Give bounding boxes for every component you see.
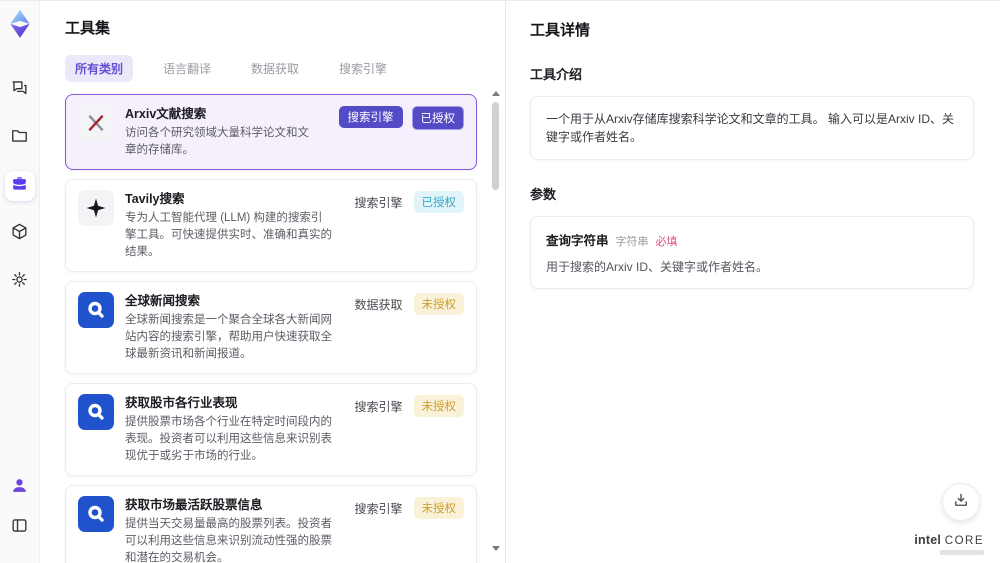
tool-name: 全球新闻搜索 — [125, 294, 201, 308]
tool-auth-badge: 已授权 — [411, 106, 464, 130]
scrollbar-thumb[interactable] — [492, 102, 499, 190]
param-box: 查询字符串 字符串 必填 用于搜索的Arxiv ID、关键字或作者姓名。 — [530, 216, 974, 289]
tool-card[interactable]: Tavily搜索 专为人工智能代理 (LLM) 构建的搜索引擎工具。可快速提供实… — [65, 179, 477, 272]
blue-magnifier-icon — [78, 394, 114, 430]
tool-card-body: 获取股市各行业表现 提供股票市场各个行业在特定时间段内的表现。投资者可以利用这些… — [125, 394, 333, 465]
tool-name: Tavily搜索 — [125, 192, 185, 206]
tool-description: 访问各个研究领域大量科学论文和文章的存储库。 — [125, 127, 309, 156]
tool-name: 获取市场最活跃股票信息 — [125, 498, 263, 512]
category-tab[interactable]: 所有类别 — [65, 55, 134, 82]
category-tab-label: 语言翻译 — [163, 62, 212, 76]
tool-category-badge: 搜索引擎 — [354, 196, 403, 210]
tool-card-body: 获取市场最活跃股票信息 提供当天交易量最高的股票列表。投资者可以利用这些信息来识… — [125, 496, 333, 563]
tool-card[interactable]: 获取股市各行业表现 提供股票市场各个行业在特定时间段内的表现。投资者可以利用这些… — [65, 383, 477, 476]
tool-card[interactable]: 获取市场最活跃股票信息 提供当天交易量最高的股票列表。投资者可以利用这些信息来识… — [65, 485, 477, 563]
scroll-up-arrow[interactable] — [491, 91, 500, 96]
tool-cards-list: Arxiv文献搜索 访问各个研究领域大量科学论文和文章的存储库。 搜索引擎 已授… — [65, 94, 487, 563]
intel-core-logo: intel core — [914, 533, 984, 555]
tool-description: 提供当天交易量最高的股票列表。投资者可以利用这些信息来识别流动性强的股票和潜在的… — [125, 518, 332, 563]
tavily-star-icon — [78, 190, 114, 226]
intro-text: 一个用于从Arxiv存储库搜索科学论文和文章的工具。 输入可以是Arxiv ID… — [546, 112, 955, 144]
panel-toggle-icon — [10, 516, 29, 540]
tool-card-body: Tavily搜索 专为人工智能代理 (LLM) 构建的搜索引擎工具。可快速提供实… — [125, 190, 333, 261]
intro-box: 一个用于从Arxiv存储库搜索科学论文和文章的工具。 输入可以是Arxiv ID… — [530, 96, 974, 160]
tool-badges: 搜索引擎 已授权 — [338, 105, 464, 159]
sidebar-item-gear[interactable] — [5, 267, 35, 297]
tools-list-panel: 工具集 所有类别 语言翻译 数据获取 搜索引擎 Arxiv文献搜索 访问各个研究领域大… — [40, 1, 505, 563]
tool-badges: 数据获取 未授权 — [352, 292, 464, 363]
blue-magnifier-icon — [78, 496, 114, 532]
app-window: 工具集 所有类别 语言翻译 数据获取 搜索引擎 Arxiv文献搜索 访问各个研究领域大… — [0, 0, 1000, 563]
scroll-down-arrow[interactable] — [491, 546, 500, 551]
category-tab-label: 搜索引擎 — [339, 62, 388, 76]
download-icon — [952, 491, 970, 514]
tool-name: Arxiv文献搜索 — [125, 107, 207, 121]
param-name: 查询字符串 — [546, 234, 609, 248]
page-title: 工具集 — [65, 20, 111, 37]
app-logo-icon[interactable] — [6, 9, 34, 39]
tool-card-body: 全球新闻搜索 全球新闻搜索是一个聚合全球各大新闻网站内容的搜索引擎，帮助用户快速… — [125, 292, 333, 363]
tool-card[interactable]: Arxiv文献搜索 访问各个研究领域大量科学论文和文章的存储库。 搜索引擎 已授… — [65, 94, 477, 170]
tool-auth-badge: 未授权 — [413, 395, 464, 417]
param-type: 字符串 — [615, 236, 649, 248]
arxiv-x-icon — [78, 105, 114, 141]
blue-magnifier-icon — [78, 292, 114, 328]
category-tab[interactable]: 语言翻译 — [153, 55, 221, 82]
sidebar-item-folder[interactable] — [5, 123, 35, 153]
category-tabs: 所有类别 语言翻译 数据获取 搜索引擎 — [65, 55, 487, 82]
brand-subbar — [940, 550, 984, 555]
param-header: 查询字符串 字符串 必填 — [546, 230, 958, 249]
tool-card[interactable]: 全球新闻搜索 全球新闻搜索是一个聚合全球各大新闻网站内容的搜索引擎，帮助用户快速… — [65, 281, 477, 374]
intro-heading: 工具介绍 — [530, 67, 583, 82]
params-heading: 参数 — [530, 187, 557, 202]
cube-icon — [10, 222, 29, 246]
tool-category-badge: 数据获取 — [354, 298, 403, 312]
tool-badges: 搜索引擎 未授权 — [352, 496, 464, 563]
folder-icon — [10, 126, 29, 150]
category-tab[interactable]: 搜索引擎 — [329, 55, 397, 82]
category-tab-label: 数据获取 — [251, 62, 300, 76]
sidebar-item-chat[interactable] — [5, 75, 35, 105]
chat-icon — [10, 78, 29, 102]
download-button[interactable] — [942, 483, 980, 521]
param-required-badge: 必填 — [655, 236, 678, 248]
tool-auth-badge: 已授权 — [413, 191, 464, 213]
tool-name: 获取股市各行业表现 — [125, 396, 238, 410]
tool-card-body: Arxiv文献搜索 访问各个研究领域大量科学论文和文章的存储库。 — [125, 105, 320, 159]
param-description: 用于搜索的Arxiv ID、关键字或作者姓名。 — [546, 260, 769, 274]
brand-name: intel — [914, 533, 942, 547]
sidebar-item-briefcase[interactable] — [4, 171, 35, 201]
detail-title: 工具详情 — [530, 22, 591, 39]
list-scrollbar[interactable] — [491, 91, 500, 551]
tool-detail-panel: 工具详情 工具介绍 一个用于从Arxiv存储库搜索科学论文和文章的工具。 输入可… — [505, 1, 1000, 563]
gear-icon — [10, 270, 29, 294]
briefcase-icon — [10, 174, 29, 198]
sidebar-item-cube[interactable] — [5, 219, 35, 249]
tool-badges: 搜索引擎 已授权 — [352, 190, 464, 261]
tool-auth-badge: 未授权 — [413, 497, 464, 519]
category-tab[interactable]: 数据获取 — [241, 55, 309, 82]
brand-series: core — [944, 535, 984, 547]
tool-category-badge: 搜索引擎 — [354, 400, 403, 414]
tool-auth-badge: 未授权 — [413, 293, 464, 315]
sidebar-nav — [4, 75, 35, 315]
sidebar-bottom-nav — [5, 473, 35, 553]
tool-category-badge: 搜索引擎 — [354, 502, 403, 516]
icon-sidebar — [0, 1, 40, 563]
tool-description: 提供股票市场各个行业在特定时间段内的表现。投资者可以利用这些信息来识别表现优于或… — [125, 416, 332, 462]
user-icon — [10, 476, 29, 500]
tool-description: 全球新闻搜索是一个聚合全球各大新闻网站内容的搜索引擎，帮助用户快速获取全球最新资… — [125, 314, 332, 360]
tool-description: 专为人工智能代理 (LLM) 构建的搜索引擎工具。可快速提供实时、准确和真实的结… — [125, 212, 332, 258]
sidebar-item-panel-toggle[interactable] — [5, 513, 35, 543]
category-tab-label: 所有类别 — [75, 62, 124, 76]
tool-badges: 搜索引擎 未授权 — [352, 394, 464, 465]
sidebar-item-user[interactable] — [5, 473, 35, 503]
tool-category-badge: 搜索引擎 — [338, 106, 403, 128]
